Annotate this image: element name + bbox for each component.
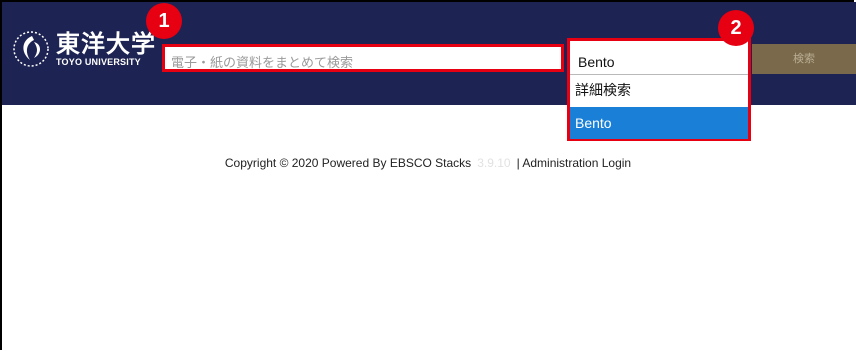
dropdown-selected-value[interactable]: Bento — [570, 41, 748, 75]
footer-separator: | — [516, 156, 520, 170]
search-input[interactable]: 電子・紙の資料をまとめて検索 — [162, 44, 564, 72]
university-emblem-icon — [12, 30, 50, 68]
annotation-badge-2: 2 — [718, 10, 754, 46]
university-logo[interactable]: 東洋大学 TOYO UNIVERSITY — [12, 30, 156, 68]
footer: Copyright © 2020 Powered By EBSCO Stacks… — [0, 156, 856, 170]
dropdown-option-bento[interactable]: Bento — [570, 107, 748, 139]
administration-login-link[interactable]: Administration Login — [522, 156, 631, 170]
version-text: 3.9.10 — [477, 156, 511, 170]
logo-text: 東洋大学 TOYO UNIVERSITY — [56, 32, 156, 67]
search-button[interactable]: 検索 — [752, 44, 856, 74]
annotation-badge-1: 1 — [146, 3, 182, 39]
copyright-text: Copyright © 2020 Powered By EBSCO Stacks — [224, 156, 472, 170]
dropdown-option-advanced-search[interactable]: 詳細検索 — [570, 75, 748, 107]
search-mode-dropdown[interactable]: Bento 詳細検索 Bento — [567, 38, 751, 141]
logo-english: TOYO UNIVERSITY — [56, 56, 141, 67]
logo-japanese: 東洋大学 — [56, 29, 156, 58]
